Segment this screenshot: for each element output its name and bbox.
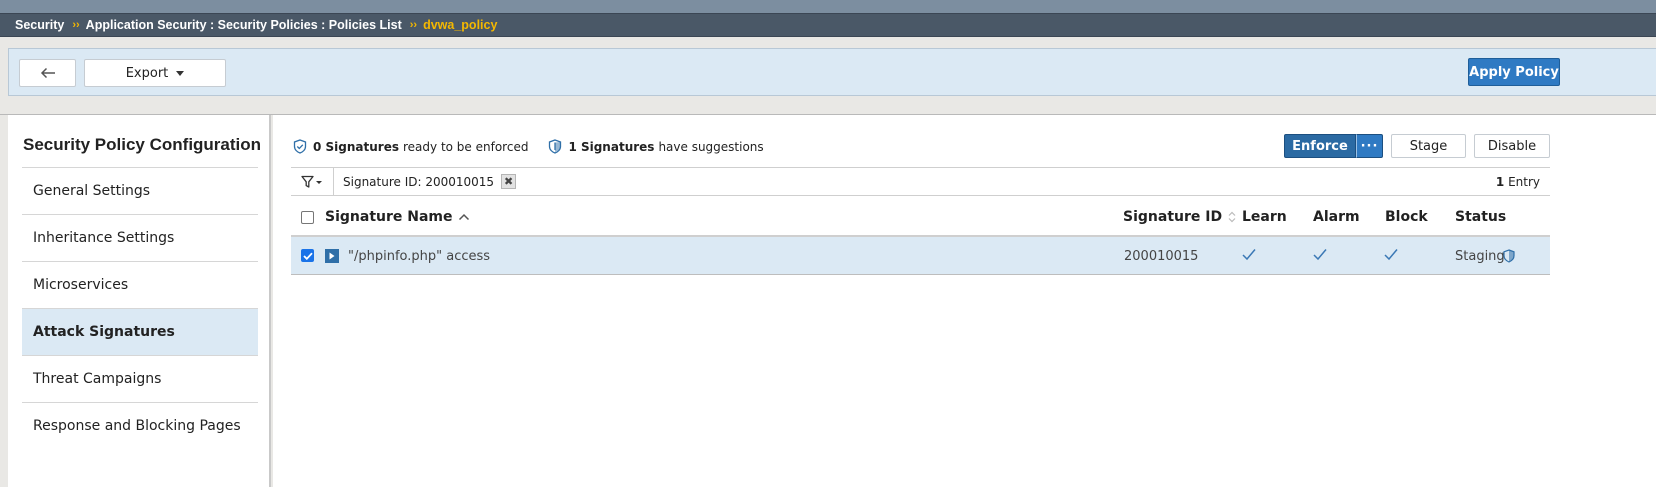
alarm-check-icon bbox=[1313, 249, 1327, 261]
shield-check-icon bbox=[293, 139, 307, 154]
column-signature-id[interactable]: Signature ID bbox=[1123, 209, 1236, 225]
more-options-button[interactable]: ··· bbox=[1356, 134, 1383, 158]
config-sidebar: Security Policy Configuration General Se… bbox=[8, 115, 271, 487]
sort-ascending-icon bbox=[458, 213, 469, 221]
table-row[interactable]: "/phpinfo.php" access 200010015 Staging bbox=[291, 237, 1550, 275]
column-learn: Learn bbox=[1242, 209, 1287, 225]
entries-label: Entry bbox=[1508, 174, 1540, 189]
enforce-button-group: Enforce ··· bbox=[1284, 134, 1383, 158]
filter-dropdown[interactable] bbox=[291, 168, 334, 195]
filter-bar: Signature ID: 200010015 ✖ 1 Entry bbox=[291, 167, 1550, 196]
filter-chip: Signature ID: 200010015 ✖ bbox=[343, 174, 517, 189]
block-check-icon bbox=[1384, 249, 1398, 261]
shield-info-icon[interactable] bbox=[1503, 249, 1515, 263]
learn-check-icon bbox=[1242, 249, 1256, 261]
entries-number: 1 bbox=[1495, 174, 1505, 189]
breadcrumb-separator-icon: ›› bbox=[72, 19, 80, 31]
top-strip bbox=[0, 0, 1656, 13]
sidebar-item-response-blocking-pages[interactable]: Response and Blocking Pages bbox=[22, 402, 258, 449]
breadcrumb: Security ›› Application Security : Secur… bbox=[0, 13, 1656, 37]
arrow-left-icon bbox=[40, 67, 55, 79]
export-button[interactable]: Export bbox=[84, 59, 226, 87]
select-all-checkbox[interactable] bbox=[301, 211, 314, 224]
enforce-button[interactable]: Enforce bbox=[1284, 134, 1356, 158]
entries-count: 1 Entry bbox=[1496, 175, 1540, 189]
checkmark-icon bbox=[302, 252, 313, 260]
expand-row-button[interactable] bbox=[325, 249, 339, 263]
row-checkbox[interactable] bbox=[301, 249, 314, 262]
apply-policy-button[interactable]: Apply Policy bbox=[1468, 58, 1560, 86]
filter-chip-label: Signature ID: 200010015 bbox=[343, 174, 495, 189]
disable-button[interactable]: Disable bbox=[1474, 134, 1550, 158]
chevron-down-icon bbox=[176, 70, 185, 76]
caret-right-icon bbox=[329, 252, 335, 260]
sidebar-title: Security Policy Configuration bbox=[23, 135, 262, 154]
status-cell: Staging bbox=[1455, 249, 1505, 264]
sort-icon bbox=[1228, 211, 1236, 223]
signature-name-cell[interactable]: "/phpinfo.php" access bbox=[348, 249, 490, 264]
column-block: Block bbox=[1385, 209, 1428, 225]
sidebar-item-inheritance-settings[interactable]: Inheritance Settings bbox=[22, 214, 258, 261]
enforce-ready-text: ready to be enforced bbox=[403, 139, 529, 154]
column-signature-id-label: Signature ID bbox=[1123, 209, 1223, 225]
sidebar-item-attack-signatures[interactable]: Attack Signatures bbox=[22, 308, 258, 355]
breadcrumb-item-security[interactable]: Security bbox=[15, 18, 64, 32]
toolbar: Export Apply Policy bbox=[8, 48, 1656, 96]
shield-info-icon bbox=[549, 139, 562, 154]
sidebar-nav: General Settings Inheritance Settings Mi… bbox=[22, 167, 258, 449]
suggestions-text: have suggestions bbox=[658, 139, 764, 154]
breadcrumb-item-policies-list[interactable]: Application Security : Security Policies… bbox=[86, 18, 402, 32]
table-header: Signature Name Signature ID Learn Alarm … bbox=[291, 198, 1550, 237]
close-icon[interactable]: ✖ bbox=[501, 174, 517, 189]
breadcrumb-separator-icon: ›› bbox=[409, 19, 418, 31]
signature-id-cell: 200010015 bbox=[1124, 249, 1199, 264]
column-signature-name-label: Signature Name bbox=[325, 209, 453, 225]
back-button[interactable] bbox=[19, 59, 76, 87]
filter-icon bbox=[301, 175, 322, 188]
export-label: Export bbox=[125, 65, 169, 81]
sidebar-item-microservices[interactable]: Microservices bbox=[22, 261, 258, 308]
sidebar-item-general-settings[interactable]: General Settings bbox=[22, 167, 258, 214]
signature-summary: 0 Signatures ready to be enforced 1 Sign… bbox=[293, 139, 764, 154]
suggestions-count: 1 Signatures bbox=[568, 139, 655, 154]
breadcrumb-current: dvwa_policy bbox=[423, 18, 498, 32]
enforce-ready-count: 0 Signatures bbox=[313, 139, 399, 154]
signatures-panel: 0 Signatures ready to be enforced 1 Sign… bbox=[273, 115, 1656, 487]
stage-button[interactable]: Stage bbox=[1391, 134, 1466, 158]
column-signature-name[interactable]: Signature Name bbox=[325, 209, 470, 225]
sidebar-item-threat-campaigns[interactable]: Threat Campaigns bbox=[22, 355, 258, 402]
column-alarm: Alarm bbox=[1313, 209, 1360, 225]
column-status: Status bbox=[1455, 209, 1507, 225]
